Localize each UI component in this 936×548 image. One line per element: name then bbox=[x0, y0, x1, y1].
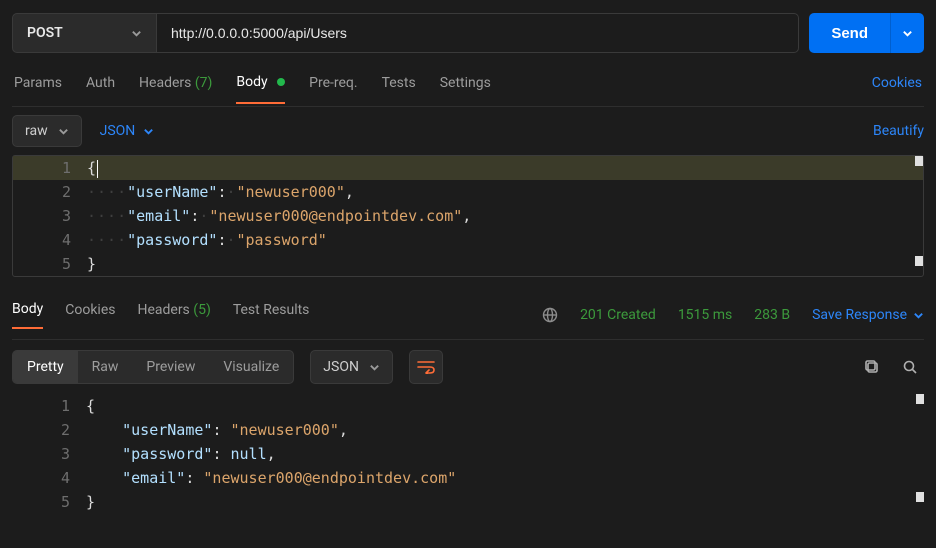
chevron-down-icon bbox=[143, 126, 154, 137]
response-format-value: JSON bbox=[323, 359, 359, 375]
code-brace: } bbox=[87, 255, 96, 273]
code-key: "email" bbox=[127, 207, 190, 225]
segment-pretty[interactable]: Pretty bbox=[13, 351, 78, 383]
method-value: POST bbox=[27, 25, 63, 41]
body-format-value: JSON bbox=[100, 123, 136, 139]
tab-prereq[interactable]: Pre-req. bbox=[309, 75, 357, 103]
globe-icon bbox=[542, 307, 558, 323]
tab-settings[interactable]: Settings bbox=[440, 75, 491, 103]
response-format-select[interactable]: JSON bbox=[310, 350, 393, 384]
code-string: "newuser000" bbox=[237, 183, 345, 201]
response-tab-cookies[interactable]: Cookies bbox=[65, 302, 115, 328]
tab-tests[interactable]: Tests bbox=[382, 75, 416, 103]
dot-icon bbox=[277, 78, 285, 86]
gutter-line: 2 bbox=[12, 418, 86, 442]
code-string: "password" bbox=[237, 231, 327, 249]
beautify-button[interactable]: Beautify bbox=[873, 123, 924, 139]
code-brace: { bbox=[86, 397, 95, 415]
gutter-line: 3 bbox=[13, 204, 87, 228]
response-tab-headers-count: (5) bbox=[193, 302, 211, 318]
response-tab-headers-label: Headers bbox=[137, 302, 189, 318]
response-tab-body[interactable]: Body bbox=[12, 301, 43, 329]
copy-button[interactable] bbox=[858, 353, 886, 381]
code-key: "email" bbox=[122, 469, 185, 487]
search-button[interactable] bbox=[896, 353, 924, 381]
space-dots: · bbox=[199, 207, 209, 225]
chevron-down-icon bbox=[58, 126, 69, 137]
code-key: "userName" bbox=[127, 183, 217, 201]
copy-icon bbox=[864, 359, 880, 375]
body-type-select[interactable]: raw bbox=[12, 115, 82, 147]
cursor-icon bbox=[97, 160, 98, 178]
body-format-select[interactable]: JSON bbox=[100, 123, 155, 139]
gutter-line: 2 bbox=[13, 180, 87, 204]
cookies-link[interactable]: Cookies bbox=[872, 75, 922, 103]
indent-dots: ···· bbox=[87, 231, 127, 249]
scrollbar[interactable] bbox=[915, 156, 923, 276]
response-size: 283 B bbox=[754, 307, 790, 323]
status-code: 201 Created bbox=[580, 307, 656, 323]
tab-body-label: Body bbox=[236, 74, 267, 90]
code-brace: { bbox=[87, 159, 96, 177]
save-response-label: Save Response bbox=[812, 307, 907, 323]
segment-preview[interactable]: Preview bbox=[132, 351, 209, 383]
segment-visualize[interactable]: Visualize bbox=[209, 351, 293, 383]
segment-raw[interactable]: Raw bbox=[78, 351, 133, 383]
space-dots: · bbox=[226, 231, 236, 249]
response-view-segment: Pretty Raw Preview Visualize bbox=[12, 350, 294, 384]
code-string: "newuser000@endpointdev.com" bbox=[209, 207, 462, 225]
code-key: "password" bbox=[127, 231, 217, 249]
url-input[interactable] bbox=[157, 13, 799, 53]
code-brace: } bbox=[86, 493, 95, 511]
search-icon bbox=[902, 359, 918, 375]
save-response-button[interactable]: Save Response bbox=[812, 307, 924, 323]
code-null: null bbox=[231, 445, 267, 463]
code-key: "password" bbox=[122, 445, 212, 463]
gutter-line: 5 bbox=[12, 490, 86, 514]
code-key: "userName" bbox=[122, 421, 212, 439]
tab-headers-label: Headers bbox=[139, 75, 191, 91]
method-select[interactable]: POST bbox=[12, 13, 157, 53]
request-body-editor[interactable]: 1 { 2 ····"userName":·"newuser000", 3 ··… bbox=[12, 155, 924, 277]
tab-headers-count: (7) bbox=[195, 75, 213, 91]
tab-body[interactable]: Body bbox=[236, 74, 285, 104]
chevron-down-icon bbox=[131, 28, 142, 39]
wrap-lines-button[interactable] bbox=[409, 350, 443, 384]
send-more-button[interactable] bbox=[890, 13, 924, 53]
response-time: 1515 ms bbox=[678, 307, 732, 323]
gutter-line: 5 bbox=[13, 252, 87, 276]
tab-params[interactable]: Params bbox=[14, 75, 62, 103]
space-dots: · bbox=[226, 183, 236, 201]
scrollbar[interactable] bbox=[916, 394, 924, 514]
indent-dots: ···· bbox=[87, 183, 127, 201]
gutter-line: 4 bbox=[12, 466, 86, 490]
body-type-value: raw bbox=[25, 123, 48, 139]
response-tab-headers[interactable]: Headers (5) bbox=[137, 302, 210, 328]
gutter-line: 1 bbox=[12, 394, 86, 418]
response-tab-testresults[interactable]: Test Results bbox=[233, 302, 310, 328]
chevron-down-icon bbox=[902, 28, 913, 39]
indent-dots: ···· bbox=[87, 207, 127, 225]
tab-auth[interactable]: Auth bbox=[86, 75, 115, 103]
response-body-viewer[interactable]: 1 { 2 "userName": "newuser000", 3 "passw… bbox=[12, 394, 924, 514]
gutter-line: 4 bbox=[13, 228, 87, 252]
gutter-line: 1 bbox=[13, 156, 87, 180]
wrap-icon bbox=[417, 360, 435, 374]
code-string: "newuser000@endpointdev.com" bbox=[203, 469, 456, 487]
chevron-down-icon bbox=[369, 362, 380, 373]
chevron-down-icon bbox=[913, 310, 924, 321]
gutter-line: 3 bbox=[12, 442, 86, 466]
code-string: "newuser000" bbox=[231, 421, 339, 439]
tab-headers[interactable]: Headers (7) bbox=[139, 75, 212, 103]
send-button[interactable]: Send bbox=[809, 13, 890, 53]
